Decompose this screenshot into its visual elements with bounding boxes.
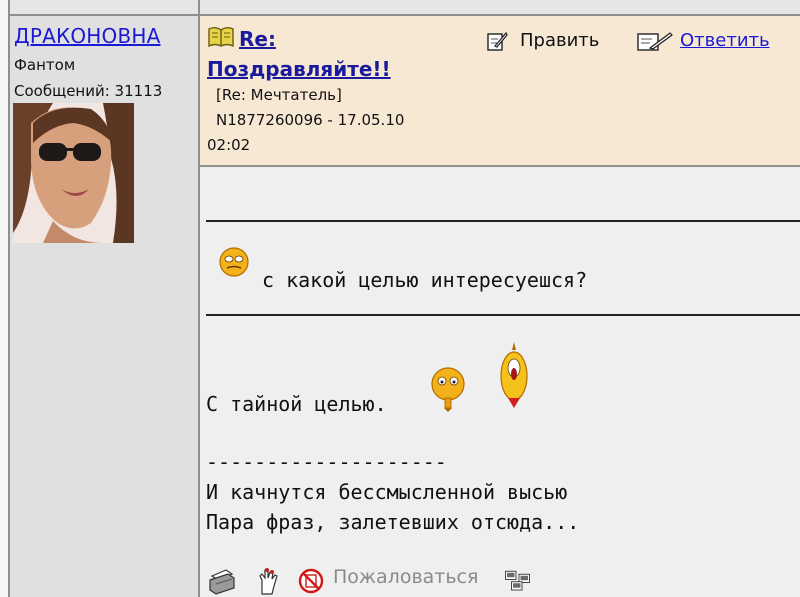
quote-divider [206, 314, 800, 316]
message-id: N1877260096 - 17.05.10 [216, 111, 405, 129]
network-icon[interactable] [504, 566, 534, 596]
signature-line: Пара фраз, залетевших отсюда... [206, 510, 580, 534]
reply-text: С тайной целью. [206, 392, 387, 416]
author-post-count: Сообщений: 31113 [14, 82, 163, 100]
bird-smiley-icon [500, 342, 528, 408]
user-avatar-icon [13, 103, 134, 243]
signature-separator: -------------------- [206, 450, 447, 474]
edit-button[interactable]: Править [520, 30, 599, 51]
top-strip [10, 0, 198, 14]
complain-icon[interactable] [298, 568, 324, 594]
signature-line: И качнутся бессмысленной высью [206, 480, 568, 504]
smiley-icon [219, 247, 249, 277]
reply-link[interactable]: Ответить [680, 30, 770, 51]
post-title-line2: Поздравляйте!! [207, 57, 391, 81]
quote-divider [206, 220, 800, 222]
quote-text: с какой целью интересуешся? [262, 268, 588, 292]
author-rank: Фантом [14, 56, 76, 74]
avatar [13, 103, 134, 243]
post-title-link[interactable]: Re: Поздравляйте!! [207, 24, 497, 84]
printer-icon[interactable] [206, 566, 236, 596]
hand-pointer-icon[interactable] [252, 566, 282, 596]
parent-post-label: [Re: Мечтатель] [216, 86, 342, 104]
forum-post: ДРАКОНОВНА Фантом Сообщений: 31113 Re: П… [0, 0, 800, 597]
reply-pen-icon[interactable] [636, 30, 674, 52]
idea-smiley-icon [431, 367, 465, 412]
message-time: 02:02 [207, 136, 251, 154]
top-strip [200, 0, 800, 14]
post-title-line1: Re: [239, 27, 276, 51]
complain-button[interactable]: Пожаловаться [333, 566, 478, 588]
pencil-note-icon[interactable] [486, 30, 508, 52]
author-name-link[interactable]: ДРАКОНОВНА [14, 24, 161, 48]
